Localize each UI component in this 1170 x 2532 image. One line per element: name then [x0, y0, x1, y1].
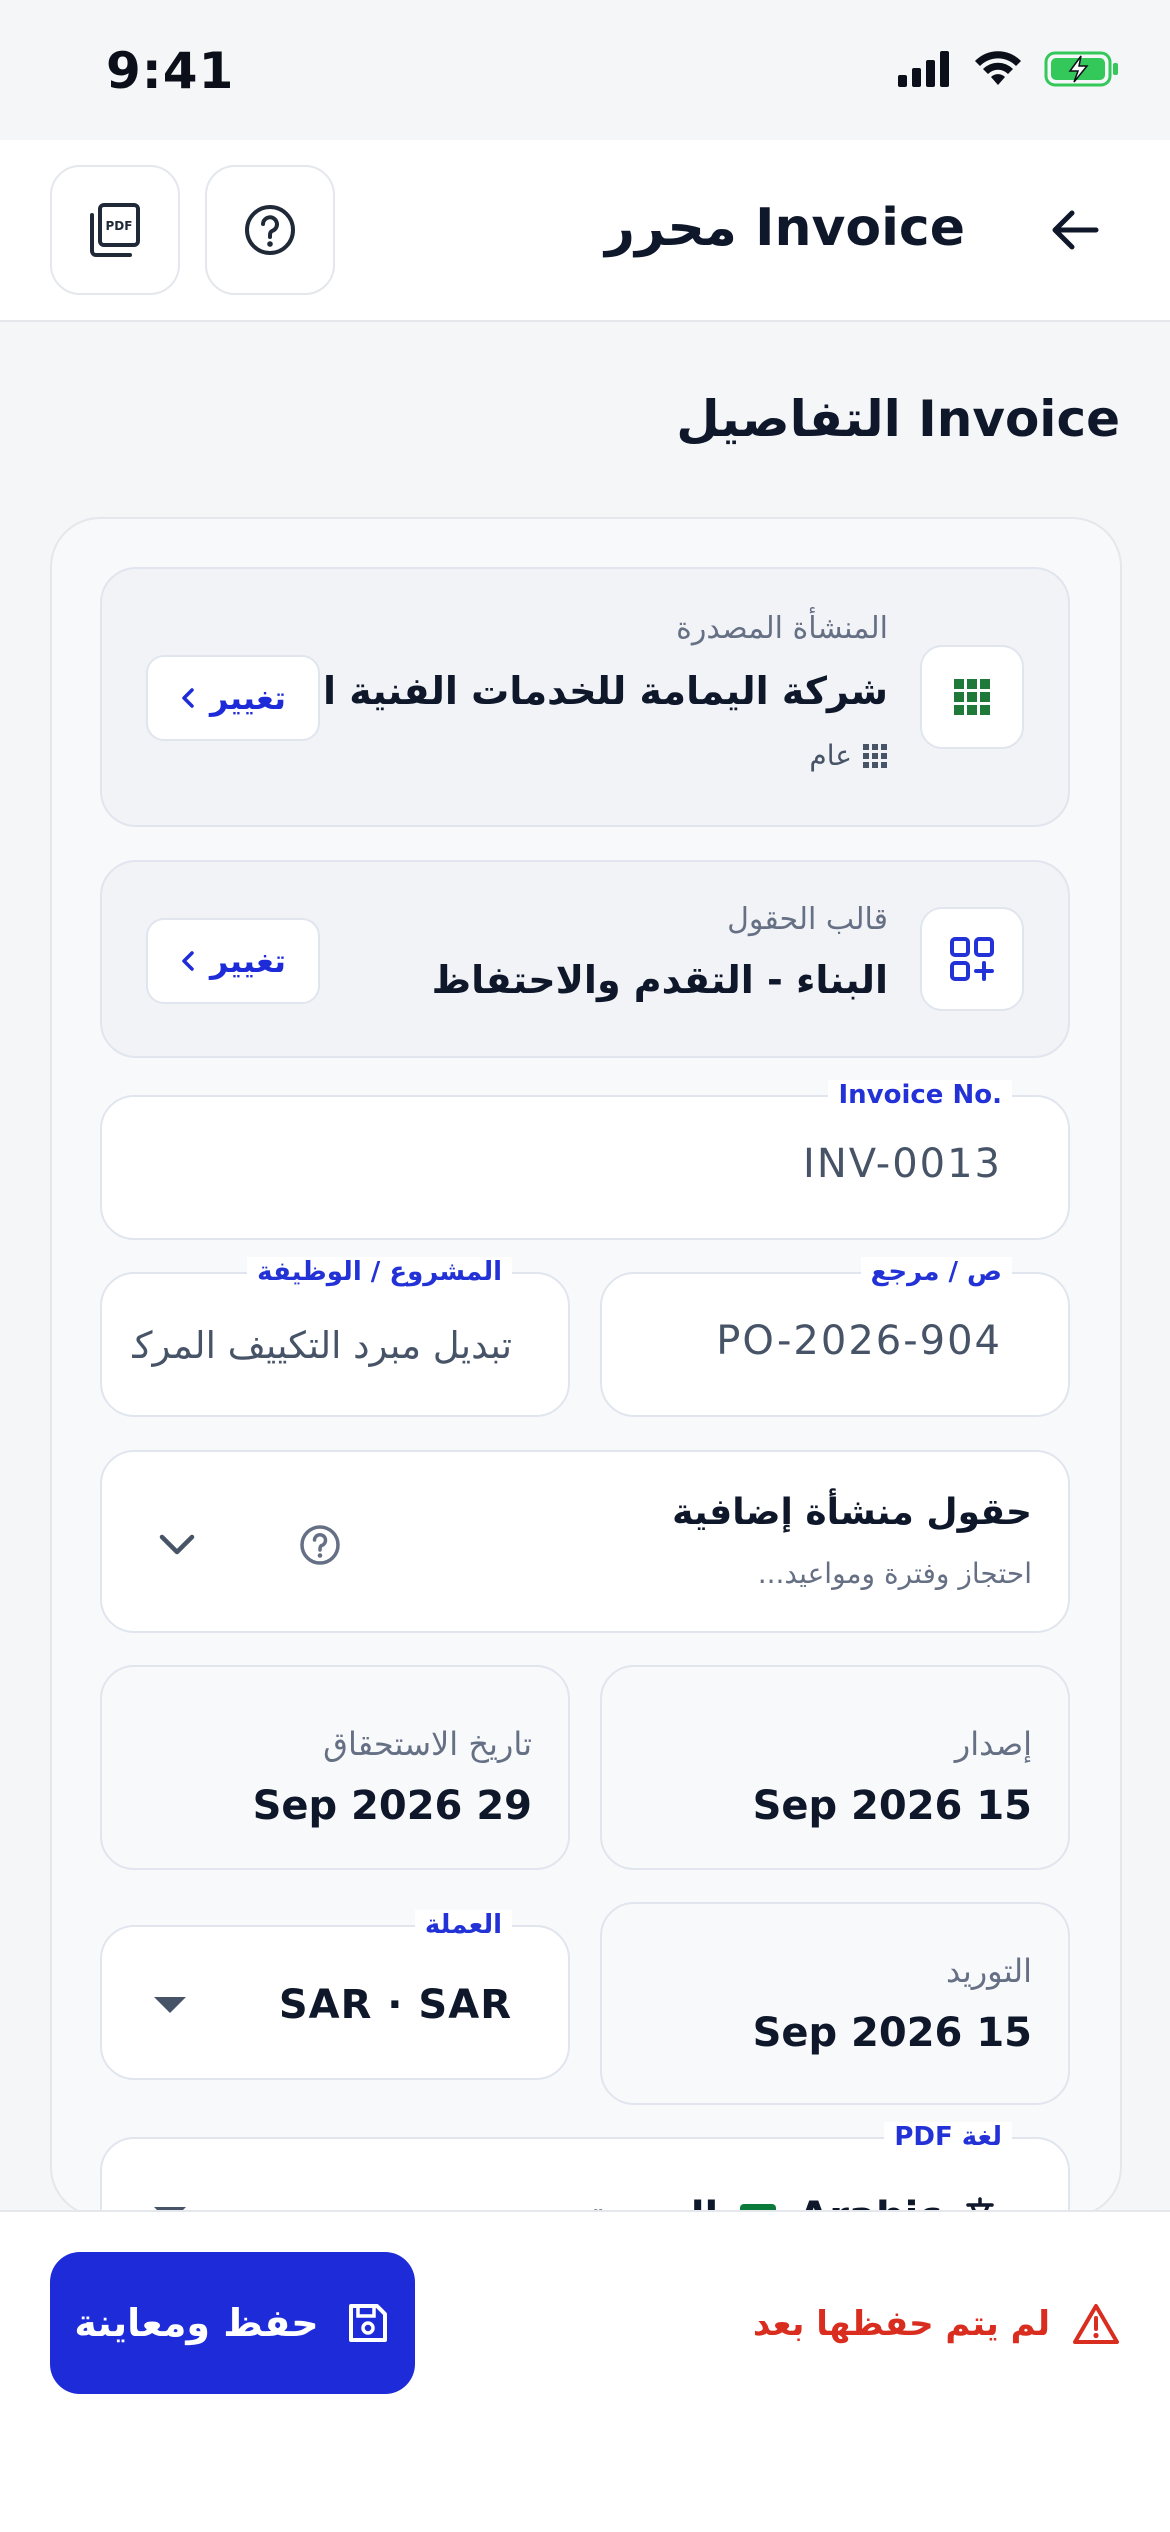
supply-date-label: التوريد — [946, 1952, 1032, 1990]
change-issuer-label: تغيير — [209, 679, 287, 717]
currency-select[interactable]: العملة SAR · SAR — [100, 1910, 570, 2080]
issue-date-value: 15 Sep 2026 — [752, 1783, 1032, 1829]
help-circle-icon — [245, 205, 295, 255]
grid-small-icon — [863, 743, 887, 768]
template-box: قالب الحقول البناء - التقدم والاحتفاظ تغ… — [100, 860, 1070, 1058]
issuer-icon-tile — [920, 645, 1024, 749]
invoice-number-value: INV-0013 — [803, 1141, 1002, 1187]
change-template-label: تغيير — [209, 942, 287, 980]
section-title: Invoice التفاصيل — [676, 390, 1120, 448]
reference-value: PO-2026-904 — [716, 1318, 1002, 1364]
issue-date-label: إصدار — [954, 1725, 1032, 1763]
save-and-preview-button[interactable]: حفظ ومعاينة — [50, 2252, 415, 2394]
supply-date-picker[interactable]: التوريد 15 Sep 2026 — [600, 1902, 1070, 2105]
caret-down-icon — [154, 1997, 186, 2013]
issuer-name: شركة اليمامة للخدمات الفنية الم... — [235, 669, 888, 713]
expand-toggle[interactable] — [154, 1522, 200, 1568]
project-value: تبديل مبرد التكييف المركزي — [132, 1324, 512, 1367]
pdf-language-label: لغة PDF — [884, 2122, 1012, 2152]
save-and-preview-label: حفظ ومعاينة — [74, 2301, 319, 2345]
wifi-icon — [975, 51, 1021, 85]
due-date-picker[interactable]: تاريخ الاستحقاق 29 Sep 2026 — [100, 1665, 570, 1870]
pdf-icon: PDF — [90, 203, 140, 257]
warning-triangle-icon — [1073, 2304, 1119, 2344]
back-button[interactable] — [1040, 195, 1110, 265]
help-button[interactable] — [205, 165, 335, 295]
grid-icon — [954, 679, 990, 715]
unsaved-warning-text: لم يتم حفظها بعد — [752, 2304, 1050, 2344]
issuer-type: عام — [809, 739, 888, 772]
due-date-label: تاريخ الاستحقاق — [323, 1725, 532, 1763]
unsaved-warning: لم يتم حفظها بعد — [753, 2302, 1120, 2346]
supply-date-value: 15 Sep 2026 — [752, 2010, 1032, 2056]
issuer-entity-box: المنشأة المصدرة شركة اليمامة للخدمات الف… — [100, 567, 1070, 827]
bottom-action-bar: حفظ ومعاينة لم يتم حفظها بعد — [0, 2210, 1170, 2532]
top-app-bar: PDF Invoice محرر — [0, 140, 1170, 322]
page-title: Invoice محرر — [605, 198, 965, 258]
issuer-type-label: عام — [809, 739, 852, 772]
extras-help-button[interactable] — [297, 1522, 343, 1568]
project-label: المشروع / الوظيفة — [247, 1257, 512, 1287]
chevron-left-icon — [182, 951, 194, 971]
currency-value: SAR · SAR — [278, 1982, 512, 2028]
change-issuer-button[interactable]: تغيير — [146, 655, 320, 741]
reference-field[interactable]: ص / مرجع PO-2026-904 — [600, 1257, 1070, 1417]
project-field[interactable]: المشروع / الوظيفة تبديل مبرد التكييف الم… — [100, 1257, 570, 1417]
status-icons — [898, 50, 1120, 88]
template-icon-tile — [920, 907, 1024, 1011]
currency-label: العملة — [414, 1910, 512, 1940]
invoice-number-label: Invoice No. — [828, 1080, 1012, 1110]
extras-subtitle: احتجاز وفترة ومواعيد... — [757, 1557, 1032, 1590]
chevron-left-icon — [182, 688, 194, 708]
issuer-label: المنشأة المصدرة — [676, 611, 888, 646]
issue-date-picker[interactable]: إصدار 15 Sep 2026 — [600, 1665, 1070, 1870]
due-date-value: 29 Sep 2026 — [252, 1783, 532, 1829]
help-circle-icon — [300, 1525, 340, 1565]
battery-charging-icon — [1044, 51, 1118, 87]
extra-entity-fields-accordion[interactable]: حقول منشأة إضافية احتجاز وفترة ومواعيد..… — [100, 1450, 1070, 1633]
status-bar: 9:41 — [0, 0, 1170, 140]
template-name: البناء - التقدم والاحتفاظ — [431, 958, 888, 1002]
arrow-left-icon — [1052, 210, 1099, 250]
cellular-signal-icon — [898, 51, 949, 87]
chevron-down-icon — [159, 1534, 195, 1555]
change-template-button[interactable]: تغيير — [146, 918, 320, 1004]
svg-text:PDF: PDF — [106, 219, 133, 233]
template-grid-plus-icon — [950, 937, 994, 981]
template-label: قالب الحقول — [727, 902, 888, 937]
export-pdf-button[interactable]: PDF — [50, 165, 180, 295]
extras-title: حقول منشأة إضافية — [672, 1492, 1032, 1533]
status-time: 9:41 — [106, 42, 235, 100]
invoice-number-field[interactable]: Invoice No. INV-0013 — [100, 1080, 1070, 1240]
reference-label: ص / مرجع — [860, 1257, 1012, 1287]
save-icon — [348, 2304, 387, 2342]
